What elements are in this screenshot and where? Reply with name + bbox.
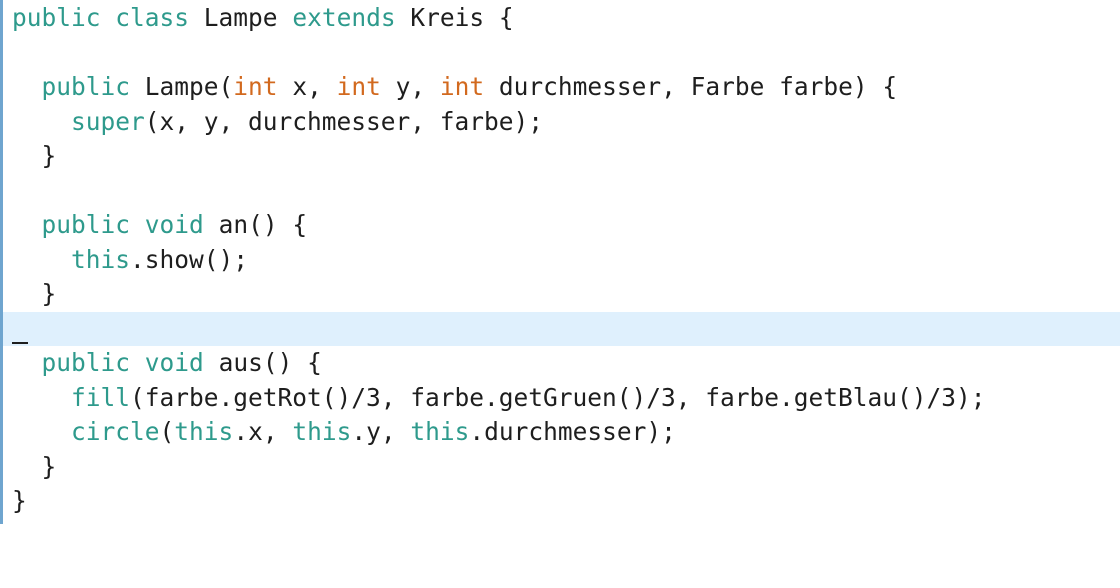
- code-token: (: [159, 417, 175, 446]
- type-token: int: [233, 72, 278, 101]
- code-token: x,: [277, 72, 337, 101]
- code-line-13[interactable]: circle(this.x, this.y, this.durchmesser)…: [3, 415, 1120, 450]
- code-line-15[interactable]: }: [3, 484, 1120, 519]
- code-line-6[interactable]: [3, 174, 1120, 209]
- code-text: circle(this.x, this.y, this.durchmesser)…: [12, 415, 676, 450]
- keyword-token: void: [144, 348, 204, 377]
- keyword-token: fill: [71, 382, 131, 412]
- code-text: public void an() {: [12, 208, 308, 243]
- code-token: }: [12, 279, 57, 308]
- code-text: public void aus() {: [12, 346, 322, 381]
- code-token: (farbe.getRot()/3, farbe.getGruen()/3, f…: [130, 382, 986, 412]
- keyword-token: class: [115, 3, 190, 32]
- code-token: Kreis {: [395, 3, 514, 32]
- code-line-5[interactable]: }: [3, 139, 1120, 174]
- code-line-12[interactable]: fill(farbe.getRot()/3, farbe.getGruen()/…: [3, 381, 1120, 416]
- code-token: an() {: [203, 210, 308, 239]
- code-token: }: [12, 451, 57, 481]
- code-line-11[interactable]: public void aus() {: [3, 346, 1120, 381]
- keyword-token: public: [12, 3, 101, 32]
- code-token: y,: [380, 72, 440, 101]
- code-text: fill(farbe.getRot()/3, farbe.getGruen()/…: [12, 381, 986, 416]
- code-line-9[interactable]: }: [3, 277, 1120, 312]
- code-text: }: [12, 484, 27, 519]
- code-text: public class Lampe extends Kreis {: [12, 1, 514, 36]
- code-text: this.show();: [12, 243, 248, 278]
- code-token: .show();: [130, 244, 249, 274]
- code-token: }: [12, 141, 57, 170]
- keyword-token: public: [41, 72, 131, 101]
- keyword-token: void: [144, 210, 204, 239]
- code-line-8[interactable]: this.show();: [3, 243, 1120, 278]
- keyword-token: extends: [292, 3, 396, 32]
- code-token: Lampe: [189, 3, 293, 32]
- code-text: public Lampe(int x, int y, int durchmess…: [12, 70, 898, 105]
- keyword-token: circle: [71, 417, 160, 446]
- code-line-3[interactable]: public Lampe(int x, int y, int durchmess…: [3, 70, 1120, 105]
- code-editor[interactable]: public class Lampe extends Kreis { publi…: [0, 0, 1120, 524]
- keyword-token: super: [71, 106, 145, 136]
- code-token: .y,: [351, 417, 411, 446]
- code-token: .x,: [233, 417, 293, 446]
- code-token: (x, y, durchmesser, farbe);: [144, 106, 544, 136]
- code-text: super(x, y, durchmesser, farbe);: [12, 105, 543, 140]
- code-token: durchmesser, Farbe farbe) {: [484, 72, 898, 101]
- text-cursor: [12, 341, 28, 344]
- keyword-token: public: [41, 210, 131, 239]
- keyword-token: this: [71, 244, 131, 274]
- type-token: int: [336, 72, 381, 101]
- keyword-token: this: [292, 417, 352, 446]
- keyword-token: this: [174, 417, 234, 446]
- code-line-7[interactable]: public void an() {: [3, 208, 1120, 243]
- type-token: int: [439, 72, 485, 101]
- keyword-token: this: [410, 417, 470, 446]
- code-token: }: [12, 486, 27, 515]
- code-line-2[interactable]: [3, 36, 1120, 71]
- code-line-10-current[interactable]: [3, 311, 1120, 346]
- code-token: Lampe(: [130, 72, 234, 101]
- code-line-1[interactable]: public class Lampe extends Kreis {: [3, 1, 1120, 36]
- code-text: }: [12, 450, 57, 485]
- code-token: .durchmesser);: [469, 417, 676, 446]
- code-line-14[interactable]: }: [3, 450, 1120, 485]
- code-token: aus() {: [203, 348, 322, 377]
- code-text: }: [12, 277, 57, 312]
- keyword-token: public: [41, 348, 131, 377]
- code-line-4[interactable]: super(x, y, durchmesser, farbe);: [3, 105, 1120, 140]
- code-text: }: [12, 139, 57, 174]
